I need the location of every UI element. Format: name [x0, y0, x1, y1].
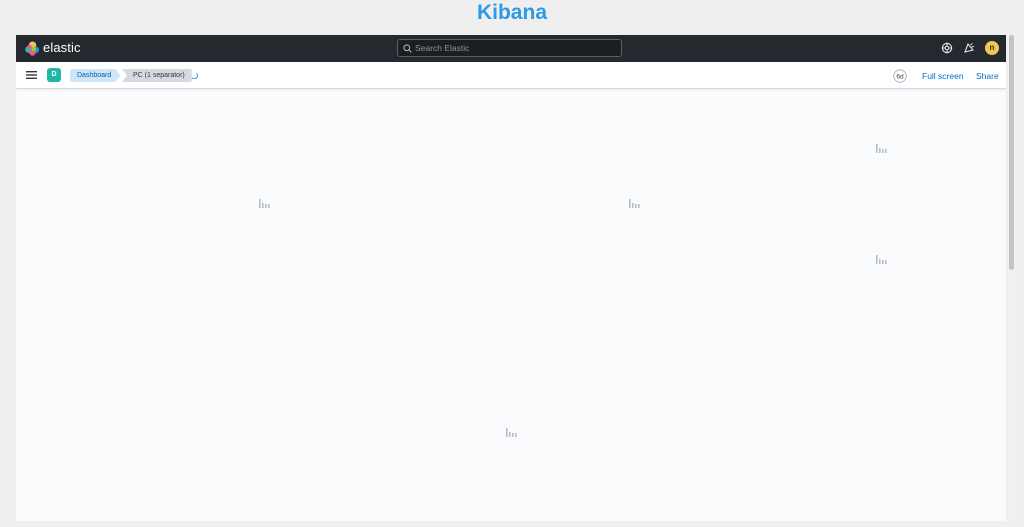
search-input[interactable] [415, 41, 615, 55]
scrollbar-thumb[interactable] [1009, 35, 1014, 270]
share-button[interactable]: Share [976, 70, 999, 82]
kibana-app-frame: elastic n D Dash [16, 35, 1006, 521]
breadcrumb-dashboard[interactable]: Dashboard [70, 69, 120, 82]
search-icon [403, 44, 412, 53]
loading-spinner-icon [191, 72, 198, 79]
panel-loading-icon [876, 255, 887, 264]
newsfeed-icon[interactable] [963, 42, 975, 54]
zoom-label: 6d [896, 73, 904, 80]
breadcrumb-bar: D Dashboard PC (1 separator) 6d Full scr… [16, 62, 1006, 89]
space-badge[interactable]: D [47, 68, 61, 82]
elastic-logo-text: elastic [43, 40, 81, 55]
panel-loading-icon [876, 144, 887, 153]
breadcrumb-current: PC (1 separator) [122, 69, 192, 82]
help-icon[interactable] [941, 42, 953, 54]
full-screen-button[interactable]: Full screen [922, 70, 964, 82]
elastic-logo-icon[interactable] [25, 41, 40, 56]
panel-loading-icon [506, 428, 517, 437]
panel-loading-icon [259, 199, 270, 208]
page-scrollbar[interactable] [1008, 35, 1015, 521]
menu-icon[interactable] [26, 70, 37, 80]
header-bar: elastic n [16, 35, 1006, 62]
user-avatar[interactable]: n [985, 41, 999, 55]
global-search[interactable] [397, 39, 622, 57]
zoom-icon[interactable]: 6d [893, 69, 907, 83]
panel-loading-icon [629, 199, 640, 208]
page-title: Kibana [476, 1, 547, 24]
